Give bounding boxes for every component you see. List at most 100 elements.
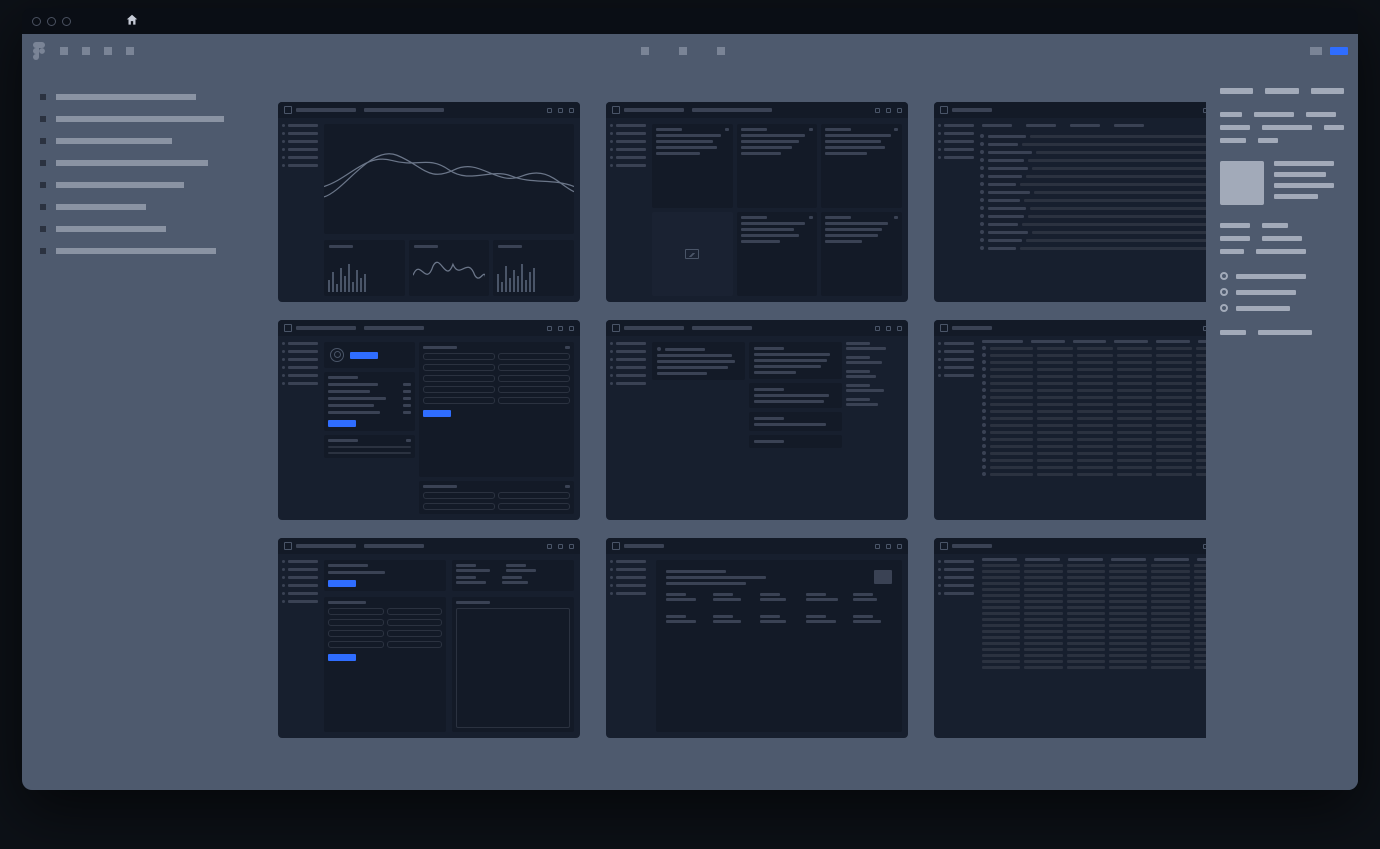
home-icon[interactable]: [125, 13, 139, 30]
nav-item[interactable]: [610, 560, 646, 563]
frame-profile-edit[interactable]: [278, 320, 580, 520]
layer-item[interactable]: [40, 138, 236, 144]
table-row[interactable]: [982, 458, 1206, 462]
table-row[interactable]: [982, 654, 1206, 657]
input[interactable]: [498, 375, 570, 382]
input[interactable]: [498, 364, 570, 371]
prop-w[interactable]: [1220, 125, 1250, 130]
traffic-light-close[interactable]: [32, 17, 41, 26]
nav-item[interactable]: [610, 382, 646, 385]
nav-item[interactable]: [610, 164, 646, 167]
stat-card[interactable]: [652, 124, 733, 208]
table-row[interactable]: [982, 618, 1206, 621]
nav-item[interactable]: [282, 350, 318, 353]
input[interactable]: [423, 503, 495, 510]
nav-item[interactable]: [610, 350, 646, 353]
table-row[interactable]: [982, 606, 1206, 609]
list-item[interactable]: [980, 214, 1206, 218]
table-row[interactable]: [982, 451, 1206, 455]
table-row[interactable]: [982, 416, 1206, 420]
action-icon[interactable]: [547, 108, 552, 113]
avatar-icon[interactable]: [569, 108, 574, 113]
tool-frame[interactable]: [82, 47, 90, 55]
table-row[interactable]: [982, 624, 1206, 627]
table-row[interactable]: [982, 472, 1206, 476]
frame-detail-view[interactable]: [606, 320, 908, 520]
input[interactable]: [328, 641, 384, 648]
nav-item[interactable]: [282, 568, 318, 571]
input[interactable]: [423, 386, 495, 393]
nav-item[interactable]: [938, 366, 974, 369]
frame-table-view-1[interactable]: [934, 320, 1206, 520]
input[interactable]: [387, 619, 443, 626]
frame-form-view[interactable]: [278, 538, 580, 738]
tool-move[interactable]: [60, 47, 68, 55]
table-row[interactable]: [982, 437, 1206, 441]
frame-dashboard-charts[interactable]: [278, 102, 580, 302]
figma-logo-icon[interactable]: [32, 42, 46, 60]
list-item[interactable]: [980, 182, 1206, 186]
list-item[interactable]: [980, 158, 1206, 162]
table-row[interactable]: [982, 402, 1206, 406]
input[interactable]: [498, 503, 570, 510]
nav-item[interactable]: [938, 124, 974, 127]
table-row[interactable]: [982, 564, 1206, 567]
table-row[interactable]: [982, 594, 1206, 597]
list-item[interactable]: [980, 198, 1206, 202]
nav-item[interactable]: [282, 560, 318, 563]
table-row[interactable]: [982, 360, 1206, 364]
tab-1[interactable]: [641, 47, 649, 55]
nav-item[interactable]: [938, 140, 974, 143]
prop-radius[interactable]: [1220, 138, 1246, 143]
frame-dashboard-list[interactable]: [934, 102, 1206, 302]
action-icon[interactable]: [886, 544, 891, 549]
table-row[interactable]: [982, 423, 1206, 427]
nav-item[interactable]: [282, 382, 318, 385]
nav-item[interactable]: [610, 366, 646, 369]
tab-2[interactable]: [679, 47, 687, 55]
nav-item[interactable]: [282, 132, 318, 135]
table-row[interactable]: [982, 395, 1206, 399]
table-row[interactable]: [982, 374, 1206, 378]
action-icon[interactable]: [886, 108, 891, 113]
list-item[interactable]: [980, 222, 1206, 226]
list-item[interactable]: [980, 206, 1206, 210]
nav-item[interactable]: [610, 592, 646, 595]
submit-button[interactable]: [328, 654, 356, 661]
input[interactable]: [423, 364, 495, 371]
action-icon[interactable]: [547, 544, 552, 549]
tool-shape[interactable]: [104, 47, 112, 55]
prop-h[interactable]: [1262, 125, 1312, 130]
nav-item[interactable]: [938, 560, 974, 563]
table-row[interactable]: [982, 648, 1206, 651]
nav-item[interactable]: [610, 568, 646, 571]
prop-x[interactable]: [1220, 112, 1242, 117]
tab-inspect[interactable]: [1311, 88, 1344, 94]
action-icon[interactable]: [886, 326, 891, 331]
input[interactable]: [387, 630, 443, 637]
layer-item[interactable]: [40, 204, 236, 210]
input[interactable]: [387, 641, 443, 648]
table-row[interactable]: [982, 465, 1206, 469]
frame-table-view-2[interactable]: [934, 538, 1206, 738]
input[interactable]: [498, 353, 570, 360]
nav-item[interactable]: [282, 342, 318, 345]
action-button[interactable]: [328, 580, 356, 587]
share-button[interactable]: [1330, 47, 1348, 55]
nav-item[interactable]: [282, 592, 318, 595]
color-swatch[interactable]: [1220, 161, 1264, 205]
table-row[interactable]: [982, 570, 1206, 573]
image-card[interactable]: [652, 212, 733, 296]
input[interactable]: [328, 608, 384, 615]
table-row[interactable]: [982, 600, 1206, 603]
table-row[interactable]: [982, 409, 1206, 413]
constraint-option[interactable]: [1220, 272, 1344, 280]
nav-item[interactable]: [938, 148, 974, 151]
list-item[interactable]: [980, 150, 1206, 154]
input[interactable]: [498, 397, 570, 404]
table-row[interactable]: [982, 660, 1206, 663]
nav-item[interactable]: [938, 350, 974, 353]
layer-item[interactable]: [40, 94, 236, 100]
traffic-light-minimize[interactable]: [47, 17, 56, 26]
avatar-icon[interactable]: [569, 326, 574, 331]
